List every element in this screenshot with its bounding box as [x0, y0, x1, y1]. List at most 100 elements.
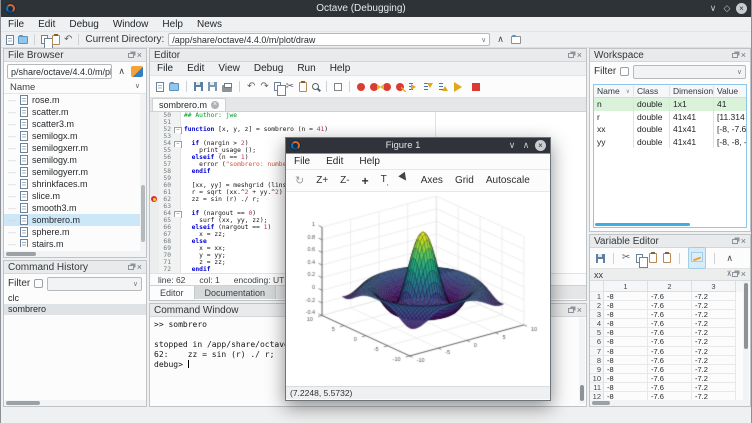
figure-titlebar[interactable]: Figure 1 ∨ ∧ ×: [286, 138, 550, 154]
grid-cell[interactable]: -8: [604, 319, 648, 328]
undock-icon[interactable]: [568, 53, 574, 58]
tab-documentation[interactable]: Documentation: [195, 286, 277, 299]
new-file-icon[interactable]: [156, 82, 164, 92]
gutter[interactable]: [150, 168, 159, 175]
grid-row-header[interactable]: 8: [590, 356, 604, 365]
paste-icon[interactable]: [299, 82, 307, 92]
file-item[interactable]: —semilogxerr.m: [4, 142, 146, 154]
previous-breakpoint-icon[interactable]: [383, 83, 391, 91]
editor-menu-run[interactable]: Run: [290, 63, 322, 74]
grid-cell[interactable]: -7.6: [648, 356, 692, 365]
paste-table-icon[interactable]: [663, 253, 671, 263]
filter-combo[interactable]: ∨: [633, 65, 746, 79]
find-icon[interactable]: [312, 83, 319, 90]
go-up-button[interactable]: ∧: [723, 253, 736, 264]
minimize-button[interactable]: ∨: [505, 137, 519, 154]
gutter[interactable]: [150, 231, 159, 238]
minimize-button[interactable]: ∨: [706, 0, 720, 17]
copy-icon[interactable]: [274, 82, 281, 91]
gutter[interactable]: [150, 238, 159, 245]
gutter[interactable]: [150, 266, 159, 273]
code-line[interactable]: 51: [150, 119, 586, 126]
grid-cell[interactable]: -8: [604, 292, 648, 301]
figure-menu-edit[interactable]: Edit: [318, 156, 351, 167]
undock-icon[interactable]: [568, 308, 574, 313]
grid-row-header[interactable]: 7: [590, 347, 604, 356]
grid-row-header[interactable]: 3: [590, 310, 604, 319]
editor-menu-view[interactable]: View: [211, 63, 247, 74]
gutter[interactable]: [150, 252, 159, 259]
grid-cell[interactable]: -7.6: [648, 365, 692, 374]
gutter[interactable]: [150, 182, 159, 189]
gutter[interactable]: [150, 245, 159, 252]
close-variable-icon[interactable]: ×: [741, 270, 746, 279]
menu-edit[interactable]: Edit: [31, 19, 62, 30]
grid-cell[interactable]: -7.2: [692, 383, 736, 392]
editor-menu-help[interactable]: Help: [323, 63, 358, 74]
grid-cell[interactable]: -7.2: [692, 347, 736, 356]
redo-icon[interactable]: ↷: [260, 81, 268, 93]
file-item[interactable]: —sombrero.m: [4, 214, 146, 226]
open-file-icon[interactable]: [169, 83, 179, 91]
menu-news[interactable]: News: [190, 19, 229, 30]
current-directory-combo[interactable]: /app/share/octave/4.4.0/m/plot/draw ∨: [168, 33, 490, 46]
grid-cell[interactable]: -7.2: [692, 374, 736, 383]
copy-icon[interactable]: [636, 254, 643, 263]
gutter[interactable]: [150, 112, 159, 119]
editor-menu-file[interactable]: File: [150, 63, 180, 74]
grid-column-header[interactable]: 1: [604, 281, 648, 292]
grid-cell[interactable]: -7.6: [648, 319, 692, 328]
grid-cell[interactable]: -8: [604, 365, 648, 374]
undo-icon[interactable]: ↶: [64, 34, 72, 46]
figure-menu-help[interactable]: Help: [351, 156, 388, 167]
maximize-button[interactable]: ◇: [720, 0, 734, 17]
variable-grid-hscrollbar[interactable]: [590, 400, 750, 406]
grid-cell[interactable]: -7.6: [648, 301, 692, 310]
gutter[interactable]: [150, 203, 159, 210]
workspace-hscrollbar[interactable]: [594, 222, 746, 227]
variable-grid-vscrollbar[interactable]: [743, 281, 749, 400]
grid-cell[interactable]: -8: [604, 301, 648, 310]
gutter[interactable]: [150, 210, 159, 217]
menu-help[interactable]: Help: [155, 19, 190, 30]
grid-cell[interactable]: -8: [604, 337, 648, 346]
undock-icon[interactable]: [732, 239, 738, 244]
close-panel-icon[interactable]: ×: [741, 237, 746, 246]
undock-icon[interactable]: [128, 265, 134, 270]
gutter[interactable]: [150, 119, 159, 126]
bookmark-icon[interactable]: [334, 83, 342, 91]
grid-column-header[interactable]: 3: [692, 281, 736, 292]
history-hscrollbar[interactable]: [4, 400, 146, 406]
editor-menu-edit[interactable]: Edit: [180, 63, 211, 74]
file-item[interactable]: —rose.m: [4, 94, 146, 106]
figure-tool-text[interactable]: T,: [376, 172, 394, 189]
command-window-vscrollbar[interactable]: [579, 318, 585, 404]
grid-cell[interactable]: -7.2: [692, 337, 736, 346]
directory-up-button[interactable]: ∧: [494, 34, 507, 45]
grid-column-header[interactable]: 2: [648, 281, 692, 292]
file-item[interactable]: —semilogx.m: [4, 130, 146, 142]
one-directory-up-button[interactable]: ∧: [115, 66, 128, 77]
sombrero-surface-plot[interactable]: [286, 192, 550, 386]
save-icon[interactable]: [596, 254, 605, 263]
undo-icon[interactable]: ↶: [247, 81, 255, 93]
filter-checkbox[interactable]: [620, 67, 629, 76]
figure-tool-pan[interactable]: +: [357, 172, 374, 190]
figure-tool-zminus[interactable]: Z-: [335, 173, 354, 188]
figure-tool-grid[interactable]: Grid: [450, 173, 479, 188]
gutter[interactable]: [150, 175, 159, 182]
grid-row-header[interactable]: 4: [590, 319, 604, 328]
file-browser-header[interactable]: File Browser ×: [4, 49, 146, 62]
grid-cell[interactable]: -7.6: [648, 374, 692, 383]
paste-icon[interactable]: [52, 35, 60, 45]
maximize-button[interactable]: ∧: [519, 137, 533, 154]
close-panel-icon[interactable]: ×: [577, 306, 582, 315]
menu-window[interactable]: Window: [106, 19, 156, 30]
gutter[interactable]: [150, 189, 159, 196]
grid-cell[interactable]: -8: [604, 310, 648, 319]
history-item[interactable]: clc: [4, 293, 146, 304]
file-list-column-header[interactable]: Name ∨: [4, 81, 146, 94]
cut-icon[interactable]: ✂: [286, 81, 294, 93]
grid-row-header[interactable]: 1: [590, 292, 604, 301]
file-item[interactable]: —slice.m: [4, 190, 146, 202]
